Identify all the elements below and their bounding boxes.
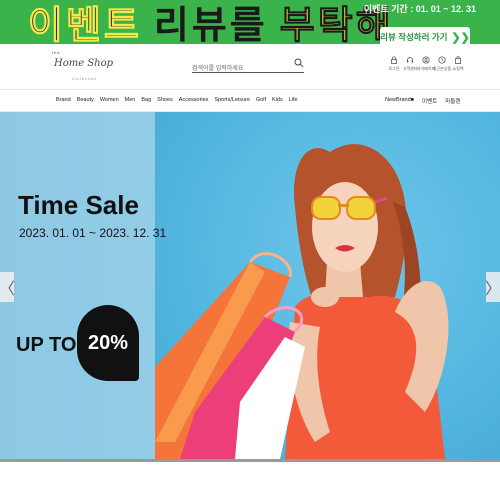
nav-accessories[interactable]: Accessories [179, 97, 209, 103]
discount-badge: 20% [77, 305, 139, 381]
user-icon [422, 56, 430, 64]
clock-icon [438, 56, 446, 64]
write-review-label: 리뷰 작성하러 가기 [380, 32, 448, 42]
page: 이벤트 리뷰를 부탁해 이벤트 기간 : 01. 01 ~ 12. 31 리뷰 작성… [0, 0, 500, 500]
search-input[interactable] [192, 62, 288, 76]
nav-men[interactable]: Men [125, 97, 136, 103]
recent-items-label: 최근본상품 [432, 66, 452, 71]
utility-menu: 로그인 고객센터 마이페이지 최근본상품 쇼핑백 [387, 56, 465, 72]
hero-dates: 2023. 01. 01 ~ 2023. 12. 31 [19, 226, 167, 240]
nav-sports-leisure[interactable]: Sports/Leisure [214, 97, 249, 103]
nav-shoes[interactable]: Shoes [157, 97, 173, 103]
logo-the: the [52, 50, 61, 55]
slogan-word-event: 이벤트 [28, 3, 142, 45]
nav-kids[interactable]: Kids [272, 97, 283, 103]
hero-up-to: UP TO [16, 334, 77, 356]
login-link[interactable]: 로그인 [387, 56, 401, 72]
carousel-prev-button[interactable]: 〈 [0, 272, 16, 302]
shopping-bag-link[interactable]: 쇼핑백 [451, 56, 465, 72]
nav-beauty[interactable]: Beauty [77, 97, 94, 103]
double-chevron-right-icon: ❯❯ [451, 31, 470, 44]
nav-newbrand[interactable]: NewBrand■ [385, 97, 414, 105]
mypage-link[interactable]: 마이페이지 [417, 56, 435, 72]
nav-golf[interactable]: Golf [256, 97, 266, 103]
recent-items-link[interactable]: 최근본상품 [432, 56, 452, 72]
logo-name: Home Shop [54, 58, 114, 69]
nav-bag[interactable]: Bag [141, 97, 151, 103]
shopping-bag-icon [455, 56, 461, 64]
nav-madeleine[interactable]: 마들렌 [445, 97, 460, 105]
hero-title: Time Sale [18, 190, 139, 220]
customer-center-label: 고객센터 [402, 66, 418, 71]
search-icon[interactable] [294, 58, 304, 68]
nav-brand[interactable]: Brand [56, 97, 71, 103]
event-period: 이벤트 기간 : 01. 01 ~ 12. 31 [363, 4, 476, 14]
hero-photo [155, 144, 449, 459]
hero-banner[interactable]: Time Sale 2023. 01. 01 ~ 2023. 12. 31 UP… [0, 112, 500, 459]
write-review-button[interactable]: 리뷰 작성하러 가기 ❯❯ [380, 27, 470, 44]
site-header: the Home Shop Collection 로그인 고객센터 마이페이지 [0, 44, 500, 90]
carousel-progress-bar [0, 459, 500, 462]
chevron-right-icon: 〉 [485, 281, 500, 298]
carousel-progress-fill [0, 459, 500, 462]
chevron-left-icon: 〈 [0, 281, 16, 298]
nav-life[interactable]: Life [289, 97, 298, 103]
category-nav: Brand Beauty Women Men Bag Shoes Accesso… [0, 90, 500, 112]
login-label: 로그인 [388, 66, 400, 71]
carousel-next-button[interactable]: 〉 [485, 272, 500, 302]
lock-icon [391, 56, 397, 64]
search-box [192, 57, 304, 76]
shopping-bag-label: 쇼핑백 [452, 66, 464, 71]
nav-event[interactable]: 이벤트 [422, 97, 437, 105]
special-nav: NewBrand■ 이벤트 마들렌 [385, 97, 460, 105]
slogan-word-review: 리뷰를 [153, 3, 268, 44]
headset-icon [407, 57, 413, 63]
event-slogan: 이벤트 리뷰를 부탁해 [28, 0, 394, 45]
discount-value: 20% [87, 331, 129, 354]
logo-sub: Collection [72, 77, 98, 81]
nav-women[interactable]: Women [100, 97, 119, 103]
logo[interactable]: the Home Shop Collection [52, 50, 113, 84]
event-banner[interactable]: 이벤트 리뷰를 부탁해 이벤트 기간 : 01. 01 ~ 12. 31 리뷰 작성… [0, 0, 500, 44]
customer-center-link[interactable]: 고객센터 [403, 56, 417, 72]
category-list: Brand Beauty Women Men Bag Shoes Accesso… [56, 97, 298, 103]
